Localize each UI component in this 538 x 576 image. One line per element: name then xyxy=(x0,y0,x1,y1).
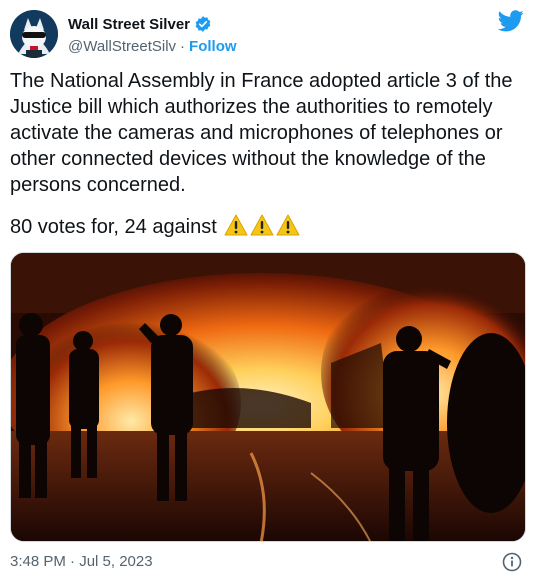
verified-badge-icon xyxy=(195,16,211,32)
twitter-bird-icon[interactable] xyxy=(498,10,524,32)
tweet-media-photo[interactable] xyxy=(10,252,526,542)
author-block: Wall Street Silver @WallStreetSilv · Fol… xyxy=(68,14,237,56)
warning-icon xyxy=(224,214,248,236)
tweet-footer: 3:48 PM · Jul 5, 2023 xyxy=(10,550,526,572)
follow-button[interactable]: Follow xyxy=(189,38,237,55)
votes-line: 80 votes for, 24 against xyxy=(10,214,300,240)
author-handle[interactable]: @WallStreetSilv xyxy=(68,38,176,55)
avatar[interactable] xyxy=(10,10,58,58)
burning-street-photo xyxy=(11,253,525,541)
votes-text: 80 votes for, 24 against xyxy=(10,216,217,238)
handle-row: @WallStreetSilv · Follow xyxy=(68,38,237,55)
author-display-name[interactable]: Wall Street Silver xyxy=(68,16,190,33)
name-row: Wall Street Silver xyxy=(68,14,237,34)
warning-icon xyxy=(276,214,300,236)
info-icon[interactable] xyxy=(502,552,522,572)
warning-icon xyxy=(250,214,274,236)
tweet-text: The National Assembly in France adopted … xyxy=(10,70,519,196)
tweet-timestamp[interactable]: 3:48 PM · Jul 5, 2023 xyxy=(10,553,153,570)
avatar-wolf-sunglasses-icon xyxy=(10,10,58,58)
tweet-header: Wall Street Silver @WallStreetSilv · Fol… xyxy=(10,8,528,60)
handle-separator: · xyxy=(180,38,186,55)
